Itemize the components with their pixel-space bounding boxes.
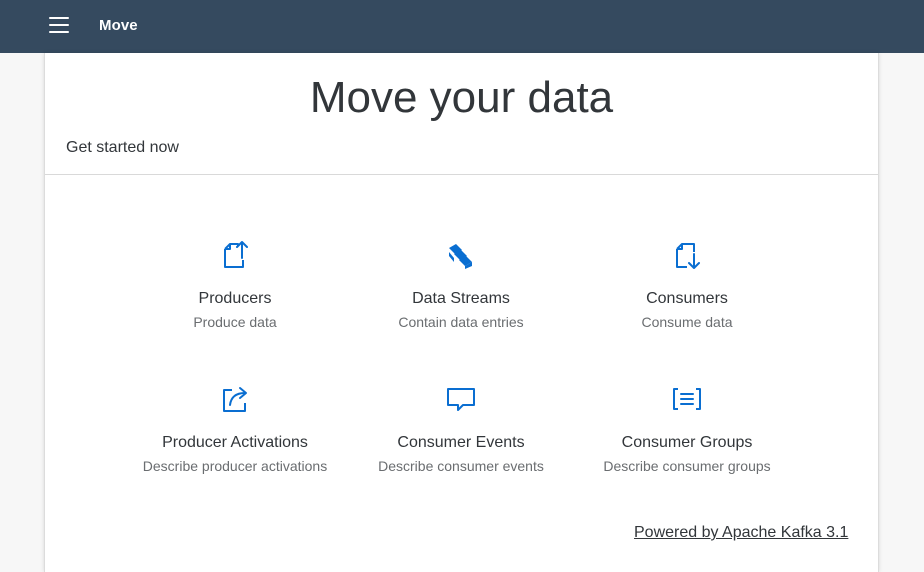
top-bar: Move (0, 0, 924, 53)
share-arrow-icon (223, 387, 247, 412)
tile-producer-activations[interactable]: Producer Activations Describe producer a… (130, 382, 340, 474)
tile-title: Consumer Groups (621, 434, 753, 451)
stacked-streams-icon (449, 244, 472, 269)
tile-title: Data Streams (412, 290, 510, 307)
tile-title: Consumers (646, 290, 728, 307)
tile-producers[interactable]: Producers Produce data (130, 238, 340, 330)
tile-subtitle: Describe producer activations (142, 458, 328, 474)
bracketed-list-icon (673, 388, 701, 410)
tile-title: Producers (198, 290, 272, 307)
tile-data-streams[interactable]: Data Streams Contain data entries (356, 238, 566, 330)
tile-title: Consumer Events (397, 434, 525, 451)
document-download-icon (676, 243, 700, 269)
powered-by-link[interactable]: Powered by Apache Kafka 3.1 (634, 524, 848, 542)
section-divider (45, 174, 878, 175)
tile-subtitle: Describe consumer groups (603, 458, 771, 474)
speech-bubble-icon (447, 388, 475, 411)
tile-subtitle: Contain data entries (398, 314, 524, 330)
tile-subtitle: Produce data (193, 314, 277, 330)
hamburger-menu-icon[interactable] (47, 17, 71, 37)
tile-consumer-events[interactable]: Consumer Events Describe consumer events (356, 382, 566, 474)
page-title: Move your data (309, 73, 614, 122)
tile-title: Producer Activations (162, 434, 308, 451)
tile-consumers[interactable]: Consumers Consume data (582, 238, 792, 330)
document-upload-icon (224, 241, 248, 268)
app-shell: Move Move your data Get started now Prod… (0, 0, 924, 572)
main-card: Move your data Get started now Producers… (44, 53, 879, 572)
tile-subtitle: Describe consumer events (378, 458, 544, 474)
tile-subtitle: Consume data (641, 314, 733, 330)
app-title: Move (99, 17, 138, 34)
tile-consumer-groups[interactable]: Consumer Groups Describe consumer groups (582, 382, 792, 474)
page-subtitle: Get started now (66, 139, 179, 156)
